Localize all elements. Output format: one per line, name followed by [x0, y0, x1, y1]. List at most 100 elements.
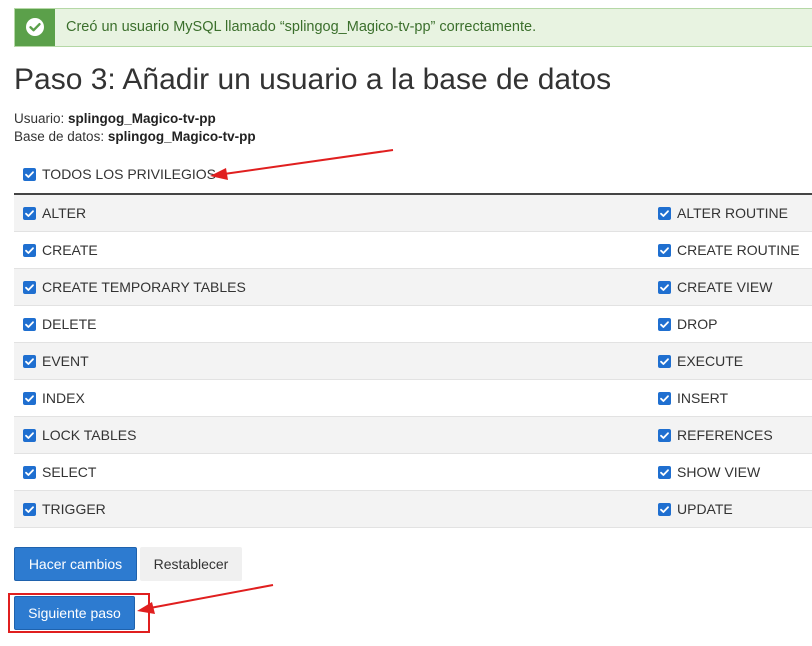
privilege-checkbox[interactable] [658, 503, 671, 516]
privilege-label: DELETE [42, 316, 97, 332]
all-privileges-label: TODOS LOS PRIVILEGIOS [42, 166, 217, 182]
privilege-checkbox[interactable] [23, 244, 36, 257]
checkmark-icon [660, 247, 669, 254]
privilege-cell[interactable]: CREATE VIEW [649, 269, 812, 305]
annotation-arrow-next-step [137, 584, 274, 614]
privilege-label: EVENT [42, 353, 89, 369]
database-label: Base de datos: [14, 129, 105, 144]
privilege-row: ALTER ALTER ROUTINE [14, 195, 812, 232]
privilege-row: INDEX INSERT [14, 380, 812, 417]
privilege-checkbox[interactable] [23, 281, 36, 294]
checkmark-icon [660, 506, 669, 513]
privilege-checkbox[interactable] [658, 318, 671, 331]
privilege-label: SELECT [42, 464, 97, 480]
privilege-label: CREATE [42, 242, 98, 258]
database-info: Base de datos: splingog_Magico-tv-pp [14, 129, 256, 144]
privileges-table: ALTER ALTER ROUTINE CREATE CREATE ROUTINE CR… [14, 193, 812, 528]
privilege-cell[interactable]: SELECT [14, 454, 414, 490]
checkmark-icon [25, 469, 34, 476]
user-info: Usuario: splingog_Magico-tv-pp [14, 111, 216, 126]
privilege-label: CREATE VIEW [677, 279, 773, 295]
privilege-label: UPDATE [677, 501, 733, 517]
privilege-cell[interactable]: DELETE [14, 306, 414, 342]
privilege-label: REFERENCES [677, 427, 773, 443]
privilege-label: ALTER ROUTINE [677, 205, 788, 221]
success-alert: Creó un usuario MySQL llamado “splingog_… [14, 8, 812, 47]
privilege-checkbox[interactable] [658, 244, 671, 257]
checkmark-icon [25, 210, 34, 217]
privilege-row: DELETE DROP [14, 306, 812, 343]
checkmark-icon [25, 321, 34, 328]
privilege-cell[interactable]: CREATE [14, 232, 414, 268]
checkmark-icon [25, 395, 34, 402]
privilege-label: INSERT [677, 390, 729, 406]
privilege-checkbox[interactable] [658, 429, 671, 442]
privilege-row: TRIGGER UPDATE [14, 491, 812, 528]
privilege-cell[interactable]: TRIGGER [14, 491, 414, 527]
privilege-cell[interactable]: REFERENCES [649, 417, 812, 453]
privilege-cell[interactable]: CREATE ROUTINE [649, 232, 812, 268]
privilege-label: TRIGGER [42, 501, 106, 517]
alert-icon-box [15, 9, 55, 46]
all-privileges-row[interactable]: TODOS LOS PRIVILEGIOS [14, 158, 812, 192]
checkmark-icon [660, 358, 669, 365]
checkmark-icon [25, 358, 34, 365]
check-circle-icon [26, 18, 44, 36]
privilege-cell[interactable]: EXECUTE [649, 343, 812, 379]
privilege-row: EVENT EXECUTE [14, 343, 812, 380]
checkmark-icon [660, 469, 669, 476]
privilege-checkbox[interactable] [23, 466, 36, 479]
checkmark-icon [25, 432, 34, 439]
database-value: splingog_Magico-tv-pp [107, 129, 256, 144]
privilege-cell[interactable]: CREATE TEMPORARY TABLES [14, 269, 414, 305]
privilege-cell[interactable]: INDEX [14, 380, 414, 416]
privilege-checkbox[interactable] [658, 207, 671, 220]
checkmark-icon [660, 284, 669, 291]
checkmark-icon [25, 506, 34, 513]
privilege-row: SELECT SHOW VIEW [14, 454, 812, 491]
privilege-checkbox[interactable] [23, 207, 36, 220]
privilege-cell[interactable]: ALTER [14, 195, 414, 231]
privilege-checkbox[interactable] [23, 392, 36, 405]
checkmark-icon [25, 284, 34, 291]
privilege-cell[interactable]: ALTER ROUTINE [649, 195, 812, 231]
make-changes-button[interactable]: Hacer cambios [14, 547, 137, 581]
user-label: Usuario: [14, 111, 65, 126]
alert-message: Creó un usuario MySQL llamado “splingog_… [66, 19, 537, 35]
privilege-row: CREATE CREATE ROUTINE [14, 232, 812, 269]
privilege-row: CREATE TEMPORARY TABLES CREATE VIEW [14, 269, 812, 306]
checkmark-icon [25, 247, 34, 254]
reset-button[interactable]: Restablecer [140, 547, 242, 581]
privilege-label: INDEX [42, 390, 85, 406]
privilege-row: LOCK TABLES REFERENCES [14, 417, 812, 454]
privilege-cell[interactable]: LOCK TABLES [14, 417, 414, 453]
privilege-checkbox[interactable] [658, 355, 671, 368]
checkmark-icon [660, 432, 669, 439]
privilege-label: CREATE ROUTINE [677, 242, 800, 258]
privilege-cell[interactable]: UPDATE [649, 491, 812, 527]
user-value: splingog_Magico-tv-pp [68, 111, 216, 126]
privilege-label: DROP [677, 316, 718, 332]
privilege-cell[interactable]: EVENT [14, 343, 414, 379]
privilege-label: CREATE TEMPORARY TABLES [42, 279, 246, 295]
privilege-cell[interactable]: DROP [649, 306, 812, 342]
privilege-label: EXECUTE [677, 353, 744, 369]
annotation-highlight-box [8, 593, 150, 633]
privilege-label: ALTER [42, 205, 87, 221]
checkmark-icon [25, 171, 34, 178]
privilege-checkbox[interactable] [23, 318, 36, 331]
privilege-cell[interactable]: INSERT [649, 380, 812, 416]
privilege-checkbox[interactable] [23, 429, 36, 442]
checkmark-icon [660, 395, 669, 402]
page-title: Paso 3: Añadir un usuario a la base de d… [14, 63, 612, 96]
privilege-label: LOCK TABLES [42, 427, 137, 443]
checkmark-icon [660, 321, 669, 328]
privilege-checkbox[interactable] [658, 466, 671, 479]
checkmark-icon [660, 210, 669, 217]
all-privileges-checkbox[interactable] [23, 168, 36, 181]
privilege-checkbox[interactable] [658, 392, 671, 405]
privilege-cell[interactable]: SHOW VIEW [649, 454, 812, 490]
privilege-checkbox[interactable] [23, 503, 36, 516]
privilege-checkbox[interactable] [23, 355, 36, 368]
privilege-checkbox[interactable] [658, 281, 671, 294]
